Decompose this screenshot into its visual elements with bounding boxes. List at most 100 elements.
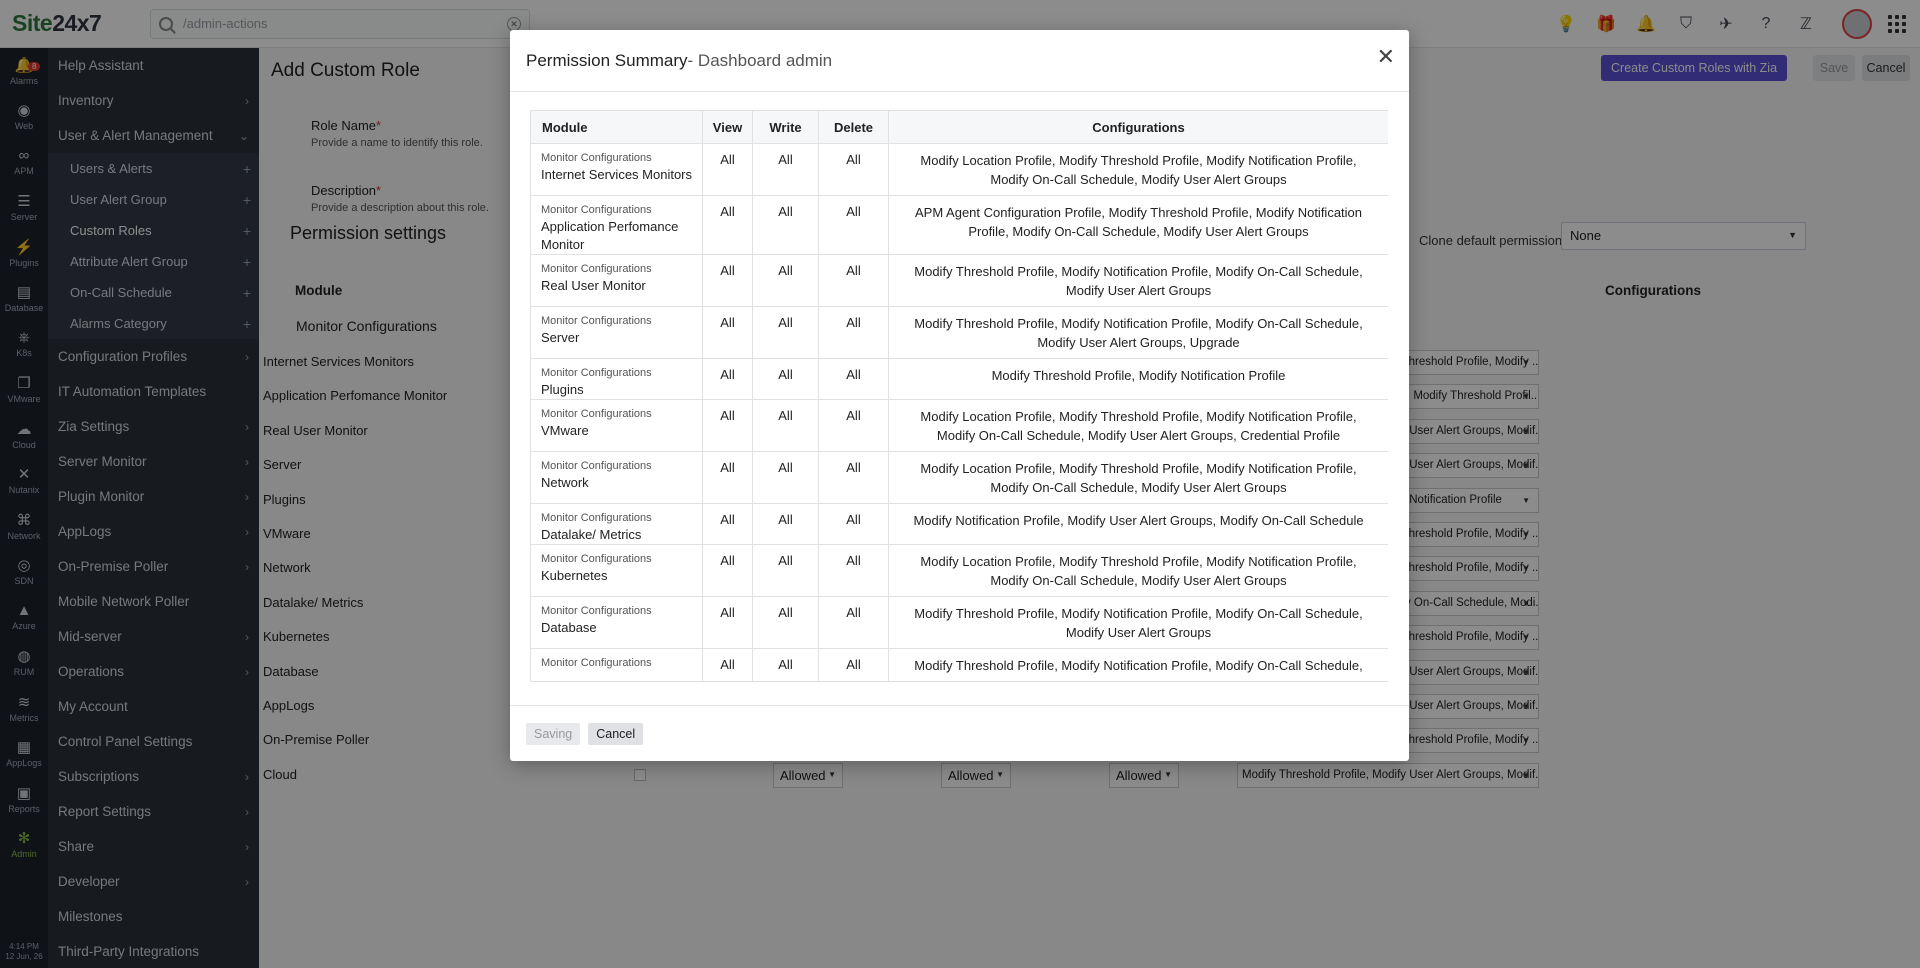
configurations-header: Configurations: [888, 110, 1388, 144]
configurations-cell: Modify Location Profile, Modify Threshol…: [888, 399, 1388, 452]
configurations-cell: Modify Threshold Profile, Modify Notific…: [888, 648, 1388, 682]
module-category: Monitor Configurations: [541, 657, 652, 669]
module-cell: Monitor Configurations Database: [530, 596, 703, 649]
delete-cell: All: [818, 195, 889, 255]
write-cell: All: [752, 143, 819, 196]
module-cell: Monitor Configurations VMware: [530, 399, 703, 452]
module-name: VMware: [541, 423, 589, 438]
write-cell: All: [752, 195, 819, 255]
view-cell: All: [702, 596, 753, 649]
write-cell: All: [752, 254, 819, 307]
write-cell: All: [752, 503, 819, 545]
view-header: View: [702, 110, 753, 144]
module-name: Real User Monitor: [541, 278, 646, 293]
module-cell: Monitor Configurations Real User Monitor: [530, 254, 703, 307]
module-category: Monitor Configurations: [541, 553, 652, 565]
configurations-cell: Modify Threshold Profile, Modify Notific…: [888, 358, 1388, 400]
configurations-cell: Modify Threshold Profile, Modify Notific…: [888, 254, 1388, 307]
delete-cell: All: [818, 143, 889, 196]
view-cell: All: [702, 503, 753, 545]
module-category: Monitor Configurations: [541, 460, 652, 472]
module-cell: Monitor Configurations Kubernetes: [530, 544, 703, 597]
delete-cell: All: [818, 254, 889, 307]
module-category: Monitor Configurations: [541, 204, 652, 216]
delete-cell: All: [818, 451, 889, 504]
view-cell: All: [702, 358, 753, 400]
view-cell: All: [702, 648, 753, 682]
module-category: Monitor Configurations: [541, 263, 652, 275]
modal-title: Permission Summary: [526, 50, 688, 70]
module-cell: Monitor Configurations Network: [530, 451, 703, 504]
configurations-cell: Modify Threshold Profile, Modify Notific…: [888, 596, 1388, 649]
view-cell: All: [702, 451, 753, 504]
module-name: Database: [541, 620, 597, 635]
table-row: Monitor Configurations Network All All All Mo…: [530, 451, 1388, 504]
module-cell: Monitor Configurations Datalake/ Metrics: [530, 503, 703, 545]
module-cell: Monitor Configurations Internet Services …: [530, 143, 703, 196]
delete-cell: All: [818, 503, 889, 545]
configurations-cell: APM Agent Configuration Profile, Modify …: [888, 195, 1388, 255]
module-cell: Monitor Configurations Server: [530, 306, 703, 359]
table-row: Monitor Configurations Application Perfom…: [530, 195, 1388, 255]
table-row: Monitor Configurations Server All All All Mod…: [530, 306, 1388, 359]
module-cell: Monitor Configurations Plugins: [530, 358, 703, 400]
delete-cell: All: [818, 596, 889, 649]
write-header: Write: [752, 110, 819, 144]
table-row: Monitor Configurations Plugins All All All Mo…: [530, 358, 1388, 400]
delete-cell: All: [818, 544, 889, 597]
module-category: Monitor Configurations: [541, 512, 652, 524]
table-row: Monitor Configurations Database All All All M…: [530, 596, 1388, 649]
view-cell: All: [702, 306, 753, 359]
module-category: Monitor Configurations: [541, 152, 652, 164]
table-row: Monitor Configurations Real User Monitor A…: [530, 254, 1388, 307]
write-cell: All: [752, 544, 819, 597]
configurations-cell: Modify Location Profile, Modify Threshol…: [888, 544, 1388, 597]
module-name: Internet Services Monitors: [541, 167, 693, 182]
permission-summary-modal: Permission Summary - Dashboard admin ✕ M…: [510, 30, 1409, 761]
module-name: Network: [541, 475, 589, 490]
delete-cell: All: [818, 648, 889, 682]
module-name: Datalake/ Metrics: [541, 527, 642, 542]
write-cell: All: [752, 648, 819, 682]
module-category: Monitor Configurations: [541, 408, 652, 420]
view-cell: All: [702, 399, 753, 452]
view-cell: All: [702, 254, 753, 307]
table-row: Monitor Configurations All All All Modify Th…: [530, 648, 1388, 682]
permission-summary-table-container[interactable]: Module View Write Delete Configurations …: [530, 110, 1388, 689]
table-row: Monitor Configurations Datalake/ Metrics A…: [530, 503, 1388, 545]
modal-header: Permission Summary - Dashboard admin: [510, 30, 1409, 92]
modal-subtitle: - Dashboard admin: [687, 50, 833, 70]
module-header: Module: [530, 110, 703, 144]
module-cell: Monitor Configurations: [530, 648, 703, 682]
delete-cell: All: [818, 399, 889, 452]
delete-cell: All: [818, 358, 889, 400]
modal-cancel-button[interactable]: Cancel: [588, 722, 644, 745]
delete-cell: All: [818, 306, 889, 359]
module-category: Monitor Configurations: [541, 367, 652, 379]
table-row: Monitor Configurations Kubernetes All All Al…: [530, 544, 1388, 597]
module-category: Monitor Configurations: [541, 605, 652, 617]
view-cell: All: [702, 195, 753, 255]
configurations-cell: Modify Threshold Profile, Modify Notific…: [888, 306, 1388, 359]
configurations-cell: Modify Notification Profile, Modify User…: [888, 503, 1388, 545]
module-cell: Monitor Configurations Application Perfom…: [530, 195, 703, 255]
write-cell: All: [752, 596, 819, 649]
module-name: Kubernetes: [541, 568, 608, 583]
close-icon[interactable]: ✕: [1377, 46, 1395, 68]
saving-button[interactable]: Saving: [526, 722, 581, 745]
view-cell: All: [702, 544, 753, 597]
view-cell: All: [702, 143, 753, 196]
configurations-cell: Modify Location Profile, Modify Threshol…: [888, 451, 1388, 504]
table-row: Monitor Configurations Internet Services …: [530, 143, 1388, 196]
module-category: Monitor Configurations: [541, 315, 652, 327]
write-cell: All: [752, 399, 819, 452]
modal-footer: Saving Cancel: [510, 705, 1409, 761]
write-cell: All: [752, 451, 819, 504]
configurations-cell: Modify Location Profile, Modify Threshol…: [888, 143, 1388, 196]
module-name: Plugins: [541, 382, 584, 397]
module-name: Server: [541, 330, 580, 345]
write-cell: All: [752, 358, 819, 400]
module-name: Application Perfomance Monitor: [541, 219, 679, 252]
table-header-row: Module View Write Delete Configurations: [530, 110, 1388, 144]
permission-summary-table: Module View Write Delete Configurations …: [530, 110, 1388, 682]
